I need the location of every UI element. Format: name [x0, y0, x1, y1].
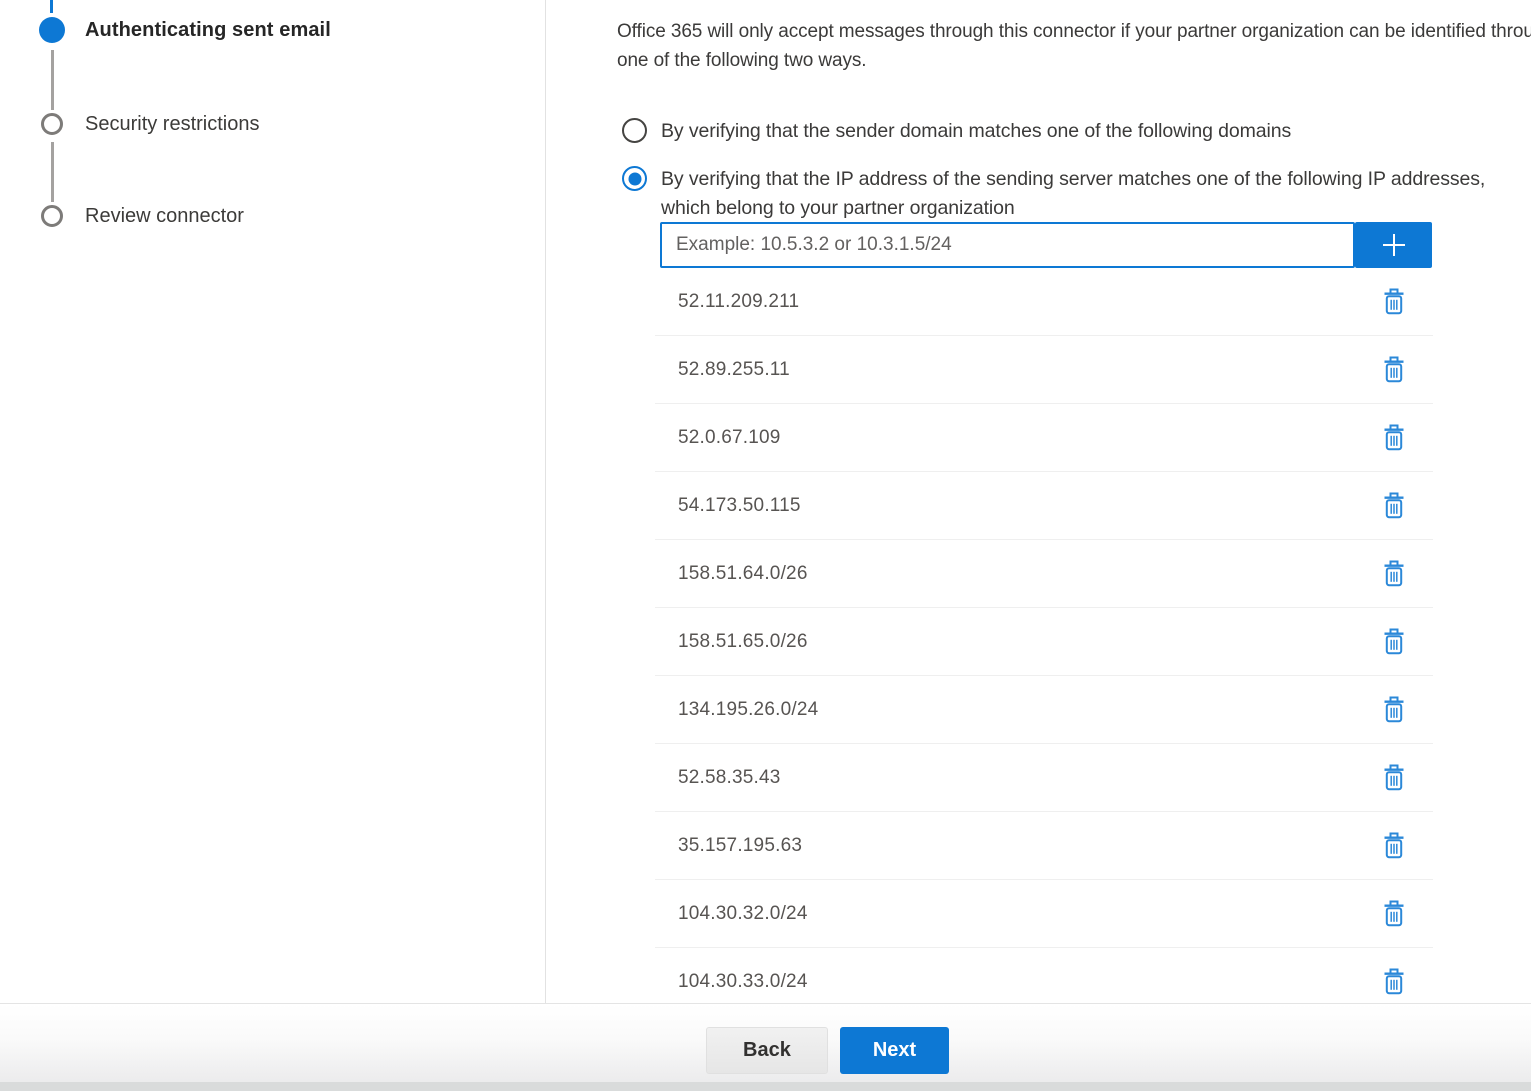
step-current-circle-icon: [39, 17, 65, 43]
ip-address-row: 104.30.32.0/24: [655, 880, 1433, 948]
wizard-footer: Back Next: [0, 1003, 1531, 1091]
delete-ip-button[interactable]: [1381, 490, 1407, 521]
trash-icon: [1383, 288, 1405, 315]
plus-icon: [1379, 230, 1409, 260]
trash-icon: [1383, 560, 1405, 587]
add-ip-button[interactable]: [1355, 222, 1432, 268]
trash-icon: [1383, 424, 1405, 451]
ip-address-entry-row: [660, 222, 1432, 268]
ip-address-row: 54.173.50.115: [655, 472, 1433, 540]
connector-wizard-screen: Authenticating sent email Security restr…: [0, 0, 1531, 1091]
ip-address-row: 158.51.64.0/26: [655, 540, 1433, 608]
step-upcoming-circle-icon: [41, 205, 63, 227]
ip-address-value: 52.58.35.43: [678, 767, 1381, 789]
delete-ip-button[interactable]: [1381, 286, 1407, 317]
next-button[interactable]: Next: [840, 1027, 949, 1074]
delete-ip-button[interactable]: [1381, 422, 1407, 453]
ip-address-list: 52.11.209.211 52.89.255.11: [655, 268, 1433, 1003]
footer-buttons: Back Next: [706, 1027, 949, 1074]
stepper-connector-line: [51, 50, 54, 110]
ip-address-row: 52.11.209.211: [655, 268, 1433, 336]
wizard-stepper-sidebar: Authenticating sent email Security restr…: [0, 0, 546, 1003]
stepper-previous-connector-line: [50, 0, 53, 13]
trash-icon: [1383, 900, 1405, 927]
trash-icon: [1383, 968, 1405, 995]
ip-address-value: 35.157.195.63: [678, 835, 1381, 857]
radio-unselected-icon[interactable]: [622, 118, 647, 143]
delete-ip-button[interactable]: [1381, 762, 1407, 793]
delete-ip-button[interactable]: [1381, 966, 1407, 997]
ip-address-value: 158.51.65.0/26: [678, 631, 1381, 653]
step-description-text: Office 365 will only accept messages thr…: [617, 17, 1531, 75]
delete-ip-button[interactable]: [1381, 898, 1407, 929]
delete-ip-button[interactable]: [1381, 558, 1407, 589]
ip-address-row: 52.58.35.43: [655, 744, 1433, 812]
ip-address-row: 52.89.255.11: [655, 336, 1433, 404]
wizard-step-content: Office 365 will only accept messages thr…: [617, 0, 1531, 1003]
ip-address-value: 52.11.209.211: [678, 291, 1381, 313]
ip-address-value: 158.51.64.0/26: [678, 563, 1381, 585]
delete-ip-button[interactable]: [1381, 626, 1407, 657]
trash-icon: [1383, 832, 1405, 859]
radio-selected-icon[interactable]: [622, 166, 647, 191]
ip-address-row: 35.157.195.63: [655, 812, 1433, 880]
ip-address-row: 104.30.33.0/24: [655, 948, 1433, 1003]
stepper-connector-line: [51, 142, 54, 202]
delete-ip-button[interactable]: [1381, 354, 1407, 385]
trash-icon: [1383, 764, 1405, 791]
ip-address-row: 158.51.65.0/26: [655, 608, 1433, 676]
trash-icon: [1383, 628, 1405, 655]
step-upcoming-circle-icon: [41, 113, 63, 135]
radio-option-label: By verifying that the sender domain matc…: [661, 117, 1291, 146]
ip-address-value: 54.173.50.115: [678, 495, 1381, 517]
ip-address-value: 52.0.67.109: [678, 427, 1381, 449]
ip-address-row: 134.195.26.0/24: [655, 676, 1433, 744]
ip-address-value: 134.195.26.0/24: [678, 699, 1381, 721]
ip-address-value: 104.30.33.0/24: [678, 971, 1381, 993]
ip-address-value: 104.30.32.0/24: [678, 903, 1381, 925]
ip-address-row: 52.0.67.109: [655, 404, 1433, 472]
step-label: Security restrictions: [85, 111, 260, 137]
delete-ip-button[interactable]: [1381, 830, 1407, 861]
ip-address-input[interactable]: [660, 222, 1355, 268]
radio-option-label: By verifying that the IP address of the …: [661, 165, 1491, 223]
delete-ip-button[interactable]: [1381, 694, 1407, 725]
step-label: Review connector: [85, 203, 244, 229]
radio-option-sender-domain[interactable]: By verifying that the sender domain matc…: [622, 117, 1291, 146]
step-label: Authenticating sent email: [85, 17, 331, 43]
trash-icon: [1383, 492, 1405, 519]
radio-option-ip-address[interactable]: By verifying that the IP address of the …: [622, 165, 1491, 223]
back-button[interactable]: Back: [706, 1027, 828, 1074]
trash-icon: [1383, 696, 1405, 723]
ip-address-value: 52.89.255.11: [678, 359, 1381, 381]
trash-icon: [1383, 356, 1405, 383]
